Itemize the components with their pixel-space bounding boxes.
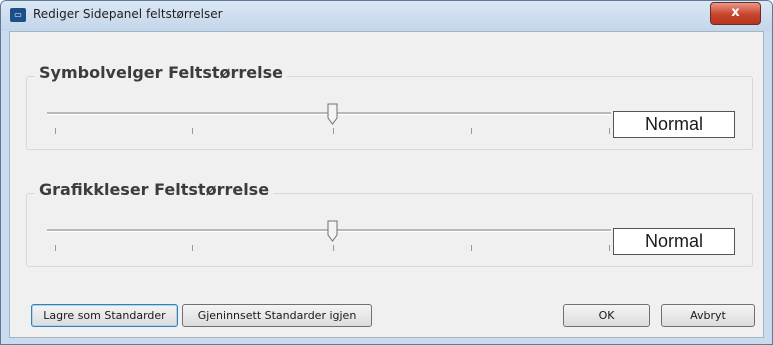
group-title: Symbolvelger Feltstørrelse bbox=[35, 63, 288, 82]
title-bar[interactable]: ▭ Rediger Sidepanel feltstørrelser x bbox=[1, 1, 772, 31]
app-icon: ▭ bbox=[10, 8, 26, 22]
slider-tick bbox=[333, 128, 334, 134]
cancel-button[interactable]: Avbryt bbox=[661, 304, 755, 327]
slider-thumb[interactable] bbox=[327, 103, 338, 125]
graphics-size-value: Normal bbox=[613, 228, 735, 255]
slider-tick bbox=[192, 245, 193, 251]
window-title: Rediger Sidepanel feltstørrelser bbox=[33, 7, 223, 21]
graphics-reader-group: Grafikkleser Feltstørrelse Normal bbox=[26, 180, 753, 267]
symbol-picker-group: Symbolvelger Feltstørrelse Normal bbox=[26, 63, 753, 150]
slider-tick bbox=[55, 128, 56, 134]
restore-defaults-button[interactable]: Gjeninnsett Standarder igjen bbox=[182, 304, 372, 327]
save-defaults-button[interactable]: Lagre som Standarder bbox=[31, 304, 178, 327]
group-title: Grafikkleser Feltstørrelse bbox=[35, 180, 274, 199]
dialog-window: ▭ Rediger Sidepanel feltstørrelser x Sym… bbox=[0, 0, 773, 345]
slider-tick bbox=[471, 128, 472, 134]
slider-tick bbox=[609, 128, 610, 134]
slider-tick bbox=[192, 128, 193, 134]
slider-tick bbox=[333, 245, 334, 251]
slider-thumb[interactable] bbox=[327, 220, 338, 242]
slider-tick bbox=[609, 245, 610, 251]
slider-tick bbox=[471, 245, 472, 251]
symbol-size-value: Normal bbox=[613, 111, 735, 138]
symbol-size-slider[interactable] bbox=[47, 102, 611, 142]
ok-button[interactable]: OK bbox=[563, 304, 650, 327]
close-button[interactable]: x bbox=[710, 2, 761, 25]
slider-tick bbox=[55, 245, 56, 251]
graphics-size-slider[interactable] bbox=[47, 219, 611, 259]
